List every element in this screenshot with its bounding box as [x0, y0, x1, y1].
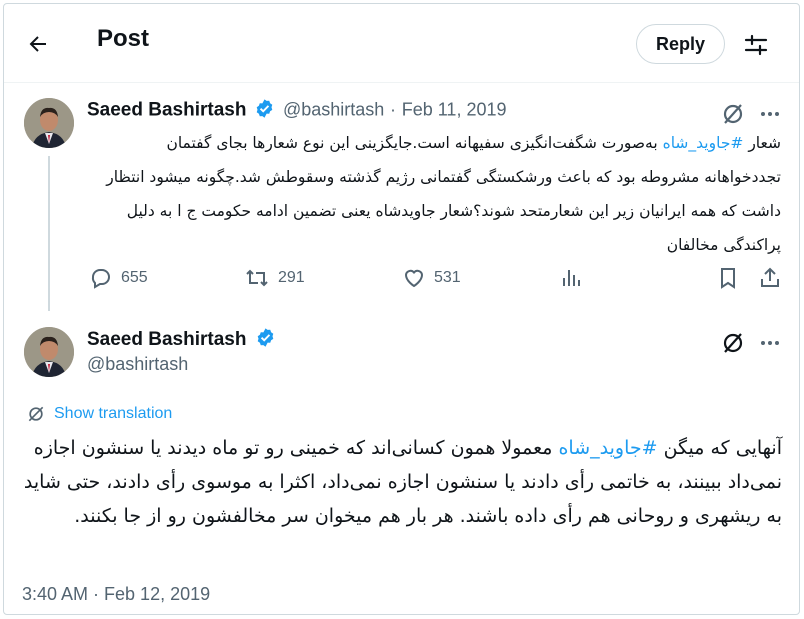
text-part: شعار [743, 134, 781, 152]
hashtag-link[interactable]: #جاوید_شاه [663, 134, 744, 152]
repost-count: 291 [278, 269, 305, 286]
more-dots-icon[interactable] [756, 100, 784, 128]
post-date[interactable]: Feb 11, 2019 [402, 100, 507, 120]
verified-badge-icon [256, 99, 273, 118]
share-icon [761, 267, 779, 287]
tweet1-actions: 655 291 531 [4, 266, 799, 298]
author-handle[interactable]: @bashirtash [283, 100, 384, 120]
share-action[interactable] [759, 266, 781, 290]
more-dots-icon[interactable] [756, 329, 784, 357]
text-part: آنهایی که میگن [657, 437, 782, 459]
page-title: Post [97, 25, 150, 52]
hashtag-link[interactable]: #جاوید_شاه [558, 437, 657, 459]
back-button[interactable] [20, 26, 56, 62]
sliders-icon[interactable] [741, 30, 771, 60]
text-part: به‌صورت شگفت‌انگیزی سفیهانه است.جایگزینی… [106, 134, 781, 254]
post-timestamp[interactable]: 3:40 AM · Feb 12, 2019 [22, 584, 210, 605]
speech-bubble-icon [91, 269, 110, 289]
show-translation-label: Show translation [54, 405, 173, 422]
like-count: 531 [434, 269, 461, 286]
avatar[interactable] [24, 327, 74, 377]
heart-icon [404, 269, 424, 288]
bookmark-icon [721, 268, 735, 289]
arrow-left-icon [29, 36, 46, 52]
repost-arrows-icon [246, 269, 268, 287]
bar-chart-icon [563, 270, 580, 286]
author-name[interactable]: Saeed Bashirtash [87, 329, 246, 350]
translate-icon [28, 406, 44, 422]
reply-action[interactable]: 655 [89, 266, 148, 290]
avatar[interactable] [24, 98, 74, 148]
repost-action[interactable]: 291 [244, 266, 305, 290]
verified-badge-icon [257, 328, 273, 347]
views-action[interactable] [559, 266, 583, 290]
header-bar: Post Reply [4, 4, 799, 83]
bookmark-action[interactable] [717, 266, 739, 290]
tweet1-text: شعار #جاوید_شاه به‌صورت شگفت‌انگیزی سفیه… [87, 126, 781, 262]
slashed-circle-icon[interactable] [719, 329, 747, 357]
slashed-circle-icon[interactable] [719, 100, 747, 128]
tweet2-author: Saeed Bashirtash [87, 327, 278, 352]
reply-count: 655 [121, 269, 148, 286]
show-translation-link[interactable]: Show translation [26, 404, 172, 424]
tweet1-header: Saeed Bashirtash @bashirtash · Feb 11, 2… [87, 98, 506, 123]
separator: · [390, 99, 396, 120]
author-handle[interactable]: @bashirtash [87, 354, 188, 375]
post-page: Post Reply Saeed Bashirtash @bashirtash … [3, 3, 800, 615]
tweet2-text: آنهایی که میگن #جاوید_شاه معمولا همون کس… [22, 431, 782, 533]
author-name[interactable]: Saeed Bashirtash [87, 100, 246, 121]
reply-button[interactable]: Reply [636, 24, 725, 64]
like-action[interactable]: 531 [402, 266, 461, 290]
